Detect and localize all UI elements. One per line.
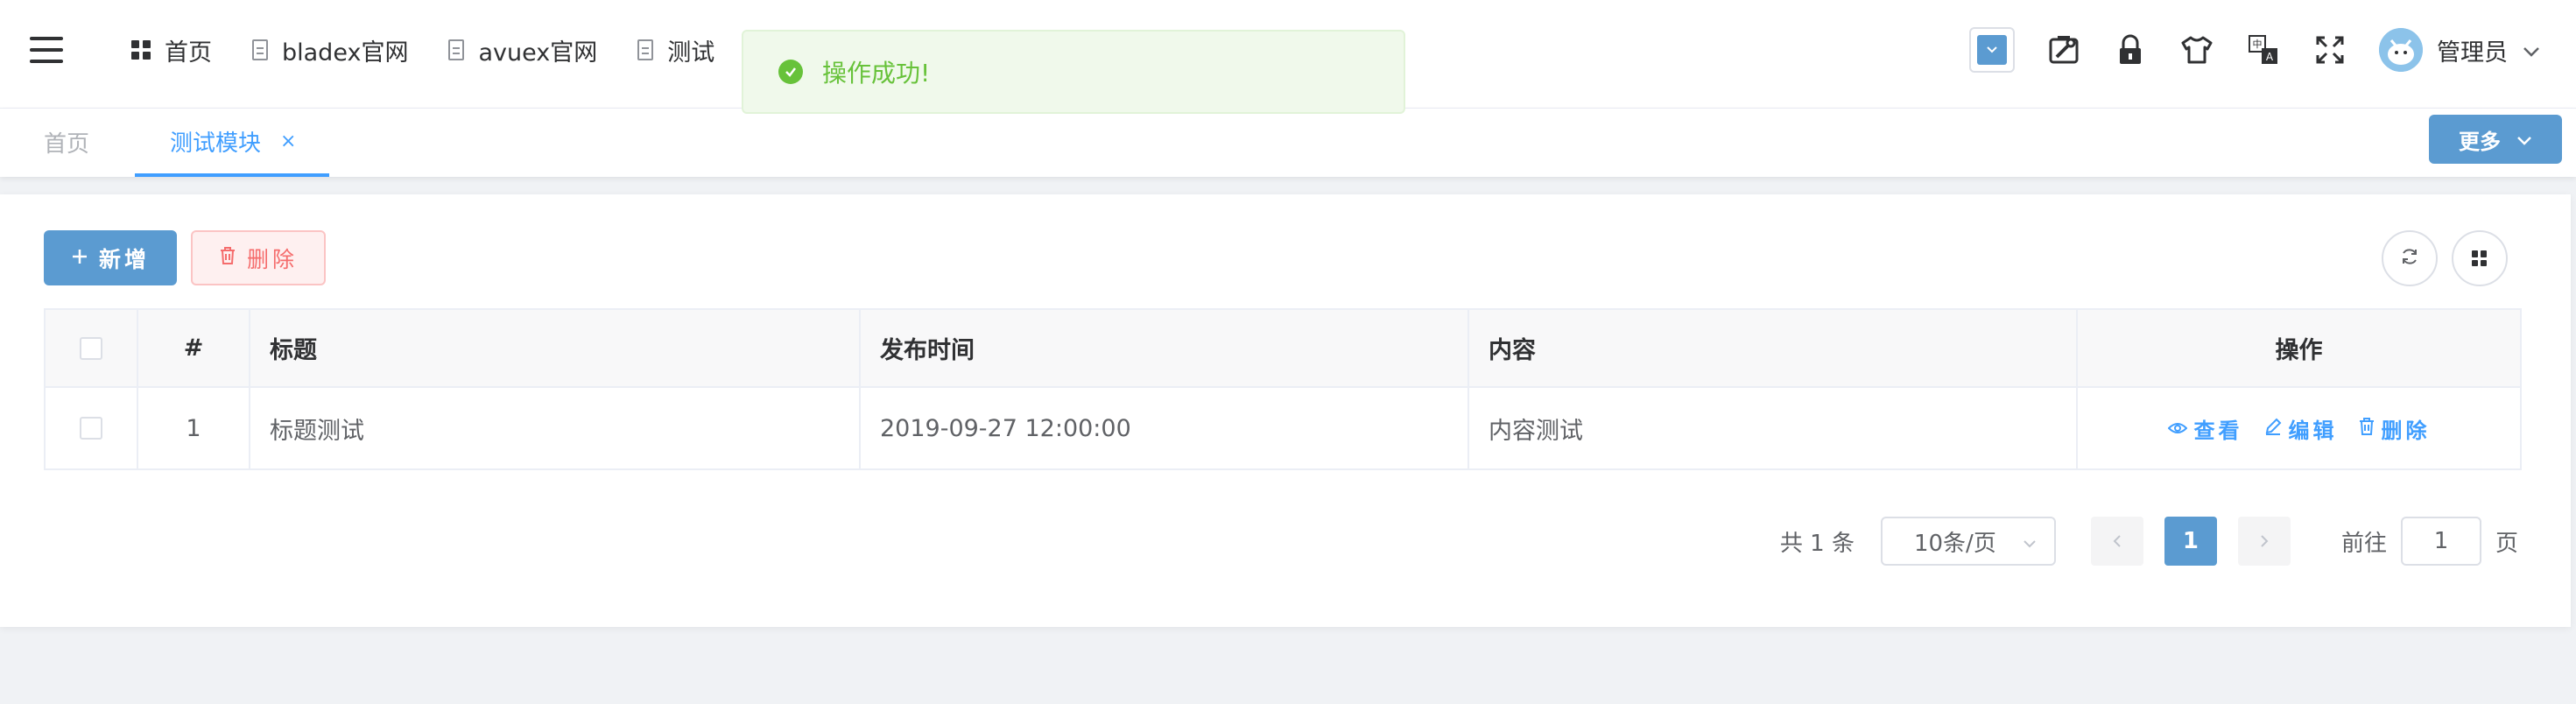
chevron-left-icon <box>2113 528 2122 554</box>
more-label: 更多 <box>2459 129 2501 154</box>
grid-icon <box>2472 250 2488 266</box>
fullscreen-icon[interactable] <box>2312 32 2347 67</box>
menu-toggle-icon[interactable] <box>30 37 63 63</box>
select-all-checkbox[interactable] <box>80 336 102 360</box>
topnav-item-test[interactable]: 测试 <box>637 33 714 67</box>
column-header-index: # <box>138 310 250 386</box>
page-size-select[interactable]: 10条/页 <box>1880 517 2056 566</box>
close-icon[interactable]: × <box>280 130 296 152</box>
more-button[interactable]: 更多 <box>2429 115 2562 164</box>
edit-icon <box>2264 416 2282 440</box>
chevron-down-icon <box>2023 528 2037 554</box>
svg-text:中: 中 <box>2253 39 2263 50</box>
next-page-button[interactable] <box>2237 517 2291 566</box>
document-icon <box>448 39 465 60</box>
theme-select[interactable] <box>1969 27 2015 73</box>
shirt-icon[interactable] <box>2179 32 2214 67</box>
goto-page-input[interactable]: 1 <box>2400 517 2481 566</box>
column-header-content: 内容 <box>1469 310 2078 386</box>
avatar <box>2379 28 2423 72</box>
row-checkbox-cell <box>46 388 138 468</box>
document-icon <box>637 39 654 60</box>
table-row: 1 标题测试 2019-09-27 12:00:00 内容测试 查看 编辑 删除 <box>46 388 2520 468</box>
svg-text:A: A <box>2266 51 2274 63</box>
check-circle-icon <box>778 60 803 84</box>
add-label: 新增 <box>98 246 150 272</box>
screen-lock-settings-icon[interactable] <box>2046 32 2081 67</box>
column-header-time: 发布时间 <box>861 310 1469 386</box>
pagination: 共 1 条 10条/页 1 前往 1 页 <box>1780 516 2518 567</box>
chevron-down-icon <box>2522 37 2541 64</box>
topnav-item-label: avuex官网 <box>478 39 598 67</box>
grid-icon <box>131 40 151 60</box>
cell-title: 标题测试 <box>250 388 861 468</box>
edit-label: 编辑 <box>2288 418 2338 443</box>
view-link[interactable]: 查看 <box>2167 413 2243 444</box>
topnav-item-bladex[interactable]: bladex官网 <box>252 33 408 67</box>
view-label: 查看 <box>2193 418 2243 443</box>
crud-card: 新增 删除 # 标题 发布时间 内容 操作 1 标题测试 2019-09-27 … <box>0 194 2571 627</box>
translate-icon[interactable]: 中A <box>2246 32 2281 67</box>
data-table: # 标题 发布时间 内容 操作 1 标题测试 2019-09-27 12:00:… <box>44 308 2522 470</box>
top-navigation: 首页 bladex官网 avuex官网 测试 <box>131 0 714 100</box>
chevron-right-icon <box>2260 528 2269 554</box>
edit-link[interactable]: 编辑 <box>2264 413 2338 444</box>
tab-label: 首页 <box>44 130 90 158</box>
trash-icon <box>219 245 236 271</box>
refresh-icon <box>2400 247 2419 270</box>
chevron-down-icon <box>2516 127 2532 151</box>
eye-icon <box>2167 416 2187 440</box>
cell-time: 2019-09-27 12:00:00 <box>861 388 1469 468</box>
cell-index: 1 <box>138 388 250 468</box>
refresh-button[interactable] <box>2382 230 2438 286</box>
row-delete-link[interactable]: 删除 <box>2359 413 2431 444</box>
page-size-value: 10条/页 <box>1913 530 1996 557</box>
goto-prefix: 前往 <box>2340 530 2387 557</box>
topnav-item-label: 首页 <box>165 39 212 67</box>
column-header-ops: 操作 <box>2275 337 2323 364</box>
header-tools: 中A 管理员 <box>1969 23 2541 77</box>
pagination-total: 共 1 条 <box>1779 530 1855 557</box>
tab-label: 测试模块 <box>170 130 262 157</box>
user-menu[interactable]: 管理员 <box>2379 28 2541 72</box>
document-icon <box>252 39 268 60</box>
delete-label: 删除 <box>246 246 298 272</box>
success-toast: 操作成功! <box>742 30 1405 114</box>
table-header: # 标题 发布时间 内容 操作 <box>46 310 2520 388</box>
tab-home[interactable]: 首页 <box>44 109 89 175</box>
columns-button[interactable] <box>2452 230 2508 286</box>
page-number-current[interactable]: 1 <box>2164 517 2217 566</box>
row-checkbox[interactable] <box>80 417 102 440</box>
chevron-down-icon <box>1977 35 2007 65</box>
tab-test-module[interactable]: 测试模块 × <box>135 109 329 177</box>
tabs-bar: 首页 测试模块 × 更多 <box>0 109 2576 177</box>
toast-message: 操作成功! <box>822 59 931 88</box>
topnav-item-label: bladex官网 <box>282 39 409 67</box>
user-name: 管理员 <box>2437 39 2508 67</box>
topnav-item-label: 测试 <box>667 39 715 67</box>
lock-icon[interactable] <box>2113 32 2148 67</box>
cell-content: 内容测试 <box>1469 388 2078 468</box>
plus-icon <box>71 245 88 271</box>
column-header-title: 标题 <box>250 310 861 386</box>
topnav-item-home[interactable]: 首页 <box>131 33 212 67</box>
topnav-item-avuex[interactable]: avuex官网 <box>448 33 597 67</box>
prev-page-button[interactable] <box>2090 517 2143 566</box>
add-button[interactable]: 新增 <box>44 230 177 285</box>
header-checkbox-cell <box>46 310 138 386</box>
cell-ops: 查看 编辑 删除 <box>2078 388 2520 468</box>
row-delete-label: 删除 <box>2381 418 2431 443</box>
trash-icon <box>2359 416 2375 440</box>
delete-button[interactable]: 删除 <box>191 230 326 285</box>
goto-page: 前往 1 页 <box>2341 517 2518 566</box>
goto-suffix: 页 <box>2495 530 2518 557</box>
